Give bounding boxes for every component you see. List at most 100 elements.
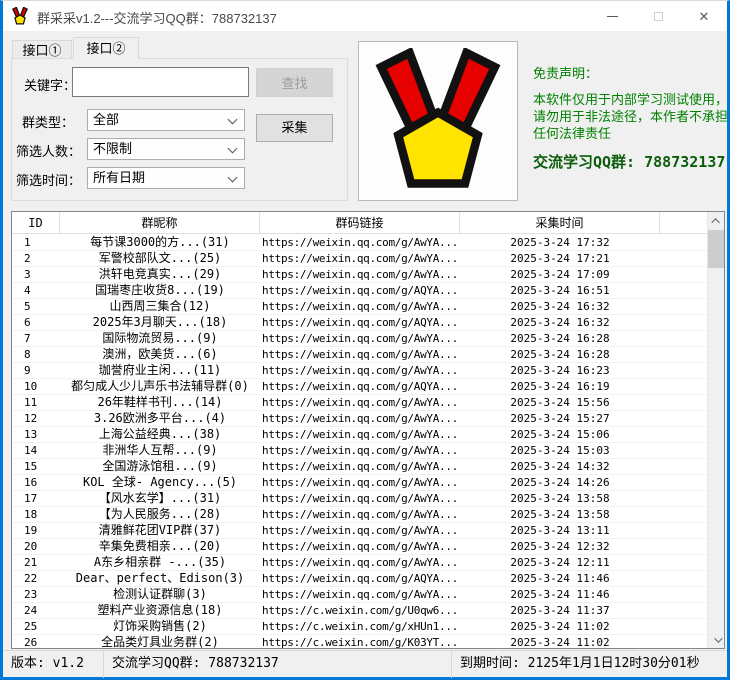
group-type-select[interactable]: 全部 xyxy=(87,109,245,131)
table-row[interactable]: 18【为人民服务...(28)https://weixin.qq.com/g/A… xyxy=(12,507,707,523)
cell-group-link: https://weixin.qq.com/g/AwYA... xyxy=(260,539,460,555)
cell-group-name: 全国游泳馆租...(9) xyxy=(60,459,260,475)
cell-collect-time: 2025-3-24 16:51 xyxy=(460,283,660,299)
table-row[interactable]: 2军警校部队文...(25)https://weixin.qq.com/g/Aw… xyxy=(12,251,707,267)
cell-group-link: https://weixin.qq.com/g/AwYA... xyxy=(260,459,460,475)
table-row[interactable]: 1每节课3000的方...(31)https://weixin.qq.com/g… xyxy=(12,235,707,251)
results-table: ID 群昵称 群码链接 采集时间 1每节课3000的方...(31)https:… xyxy=(11,211,725,649)
cell-group-link: https://weixin.qq.com/g/AwYA... xyxy=(260,235,460,251)
cell-collect-time: 2025-3-24 11:37 xyxy=(460,603,660,619)
cell-id: 12 xyxy=(12,411,60,427)
table-row[interactable]: 5山西周三集合(12)https://weixin.qq.com/g/AwYA.… xyxy=(12,299,707,315)
chevron-down-icon xyxy=(228,115,238,125)
minimize-button[interactable] xyxy=(589,1,635,31)
scroll-down-icon[interactable] xyxy=(708,631,725,648)
vertical-scrollbar[interactable] xyxy=(707,212,724,648)
tab-interface-2[interactable]: 接口② xyxy=(73,37,139,59)
search-form-panel: 关键字： 查找 群类型： 全部 采集 筛选人数： 不限制 筛选时间： 所有日期 xyxy=(11,58,348,201)
cell-group-name: 全品类灯具业务群(2) xyxy=(60,635,260,648)
cell-collect-time: 2025-3-24 13:58 xyxy=(460,507,660,523)
table-row[interactable]: 15全国游泳馆租...(9)https://weixin.qq.com/g/Aw… xyxy=(12,459,707,475)
tab-interface-1[interactable]: 接口① xyxy=(12,40,72,59)
table-row[interactable]: 20辛集免费相亲...(20)https://weixin.qq.com/g/A… xyxy=(12,539,707,555)
header-collect-time[interactable]: 采集时间 xyxy=(460,212,660,234)
collect-button[interactable]: 采集 xyxy=(256,114,333,142)
cell-id: 20 xyxy=(12,539,60,555)
keyword-input[interactable] xyxy=(72,67,249,97)
cell-id: 21 xyxy=(12,555,60,571)
cell-collect-time: 2025-3-24 16:28 xyxy=(460,331,660,347)
table-row[interactable]: 62025年3月聊天...(18)https://weixin.qq.com/g… xyxy=(12,315,707,331)
disclaimer-body: 本软件仅用于内部学习测试使用，请勿用于非法途径，本作者不承担任何法律责任 xyxy=(533,91,730,142)
filter-time-select[interactable]: 所有日期 xyxy=(87,167,245,189)
cell-group-link: https://c.weixin.com/g/xHUn1... xyxy=(260,619,460,635)
header-group-link[interactable]: 群码链接 xyxy=(260,212,460,234)
cell-group-link: https://weixin.qq.com/g/AQYA... xyxy=(260,283,460,299)
cell-id: 6 xyxy=(12,315,60,331)
table-row[interactable]: 24塑料产业资源信息(18)https://c.weixin.com/g/U0q… xyxy=(12,603,707,619)
table-row[interactable]: 1126年鞋样书刊...(14)https://weixin.qq.com/g/… xyxy=(12,395,707,411)
table-row[interactable]: 9珈誉府业主闲...(11)https://weixin.qq.com/g/Aw… xyxy=(12,363,707,379)
table-row[interactable]: 23检测认证群聊(3)https://weixin.qq.com/g/AwYA.… xyxy=(12,587,707,603)
cell-id: 13 xyxy=(12,427,60,443)
close-button[interactable]: ✕ xyxy=(681,1,727,31)
close-icon: ✕ xyxy=(699,10,710,23)
group-type-label: 群类型： xyxy=(22,112,74,131)
cell-collect-time: 2025-3-24 13:11 xyxy=(460,523,660,539)
find-button[interactable]: 查找 xyxy=(256,68,333,97)
cell-group-link: https://weixin.qq.com/g/AwYA... xyxy=(260,507,460,523)
status-bar: 版本: v1.2 交流学习QQ群: 788732137 到期时间: 2125年1… xyxy=(3,650,727,677)
table-row[interactable]: 17【风水玄学】...(31)https://weixin.qq.com/g/A… xyxy=(12,491,707,507)
scrollbar-thumb[interactable] xyxy=(708,230,725,268)
cell-collect-time: 2025-3-24 16:28 xyxy=(460,347,660,363)
cell-id: 9 xyxy=(12,363,60,379)
filter-count-value: 不限制 xyxy=(93,141,132,156)
cell-group-name: 上海公益经典...(38) xyxy=(60,427,260,443)
titlebar: 群采采v1.2---交流学习QQ群：788732137 ✕ xyxy=(3,1,727,31)
table-row[interactable]: 21A东乡相亲群 -...(35)https://weixin.qq.com/g… xyxy=(12,555,707,571)
cell-group-name: 辛集免费相亲...(20) xyxy=(60,539,260,555)
cell-group-name: 灯饰采购销售(2) xyxy=(60,619,260,635)
header-group-name[interactable]: 群昵称 xyxy=(60,212,260,234)
cell-id: 14 xyxy=(12,443,60,459)
table-row[interactable]: 8澳洲，欧美货...(6)https://weixin.qq.com/g/AwY… xyxy=(12,347,707,363)
table-row[interactable]: 22Dear、perfect、Edison(3)https://weixin.q… xyxy=(12,571,707,587)
table-row[interactable]: 3洪轩电竞真实...(29)https://weixin.qq.com/g/Aw… xyxy=(12,267,707,283)
filter-count-select[interactable]: 不限制 xyxy=(87,138,245,160)
table-row[interactable]: 10都匀成人少儿声乐书法辅导群(0)https://weixin.qq.com/… xyxy=(12,379,707,395)
cell-collect-time: 2025-3-24 11:02 xyxy=(460,619,660,635)
scroll-up-icon[interactable] xyxy=(708,212,725,229)
cell-collect-time: 2025-3-24 15:06 xyxy=(460,427,660,443)
maximize-button[interactable] xyxy=(635,1,681,31)
table-row[interactable]: 16KOL 全球- Agency...(5)https://weixin.qq.… xyxy=(12,475,707,491)
table-row[interactable]: 25灯饰采购销售(2)https://c.weixin.com/g/xHUn1.… xyxy=(12,619,707,635)
cell-id: 8 xyxy=(12,347,60,363)
cell-group-name: 国瑞枣庄收货8...(19) xyxy=(60,283,260,299)
cell-id: 2 xyxy=(12,251,60,267)
table-header: ID 群昵称 群码链接 采集时间 xyxy=(12,212,707,234)
cell-group-link: https://weixin.qq.com/g/AwYA... xyxy=(260,587,460,603)
cell-collect-time: 2025-3-24 11:02 xyxy=(460,635,660,648)
cell-group-name: 3.26欧洲多平台...(4) xyxy=(60,411,260,427)
table-row[interactable]: 14非洲华人互帮...(9)https://weixin.qq.com/g/Aw… xyxy=(12,443,707,459)
cell-id: 18 xyxy=(12,507,60,523)
table-row[interactable]: 7国际物流贸易...(9)https://weixin.qq.com/g/AwY… xyxy=(12,331,707,347)
table-row[interactable]: 4国瑞枣庄收货8...(19)https://weixin.qq.com/g/A… xyxy=(12,283,707,299)
cell-id: 7 xyxy=(12,331,60,347)
table-body: 1每节课3000的方...(31)https://weixin.qq.com/g… xyxy=(12,235,707,648)
cell-group-name: 山西周三集合(12) xyxy=(60,299,260,315)
cell-group-name: Dear、perfect、Edison(3) xyxy=(60,571,260,587)
group-type-value: 全部 xyxy=(93,112,119,127)
table-row[interactable]: 123.26欧洲多平台...(4)https://weixin.qq.com/g… xyxy=(12,411,707,427)
cell-collect-time: 2025-3-24 17:32 xyxy=(460,235,660,251)
table-row[interactable]: 26全品类灯具业务群(2)https://c.weixin.com/g/K03Y… xyxy=(12,635,707,648)
cell-collect-time: 2025-3-24 13:58 xyxy=(460,491,660,507)
cell-collect-time: 2025-3-24 16:23 xyxy=(460,363,660,379)
cell-group-link: https://weixin.qq.com/g/AQYA... xyxy=(260,315,460,331)
table-row[interactable]: 13上海公益经典...(38)https://weixin.qq.com/g/A… xyxy=(12,427,707,443)
header-id[interactable]: ID xyxy=(12,212,60,234)
rabbit-badge-logo xyxy=(367,48,509,194)
cell-group-name: 都匀成人少儿声乐书法辅导群(0) xyxy=(60,379,260,395)
table-row[interactable]: 19清雅鲜花团VIP群(37)https://weixin.qq.com/g/A… xyxy=(12,523,707,539)
cell-group-link: https://weixin.qq.com/g/AwYA... xyxy=(260,427,460,443)
